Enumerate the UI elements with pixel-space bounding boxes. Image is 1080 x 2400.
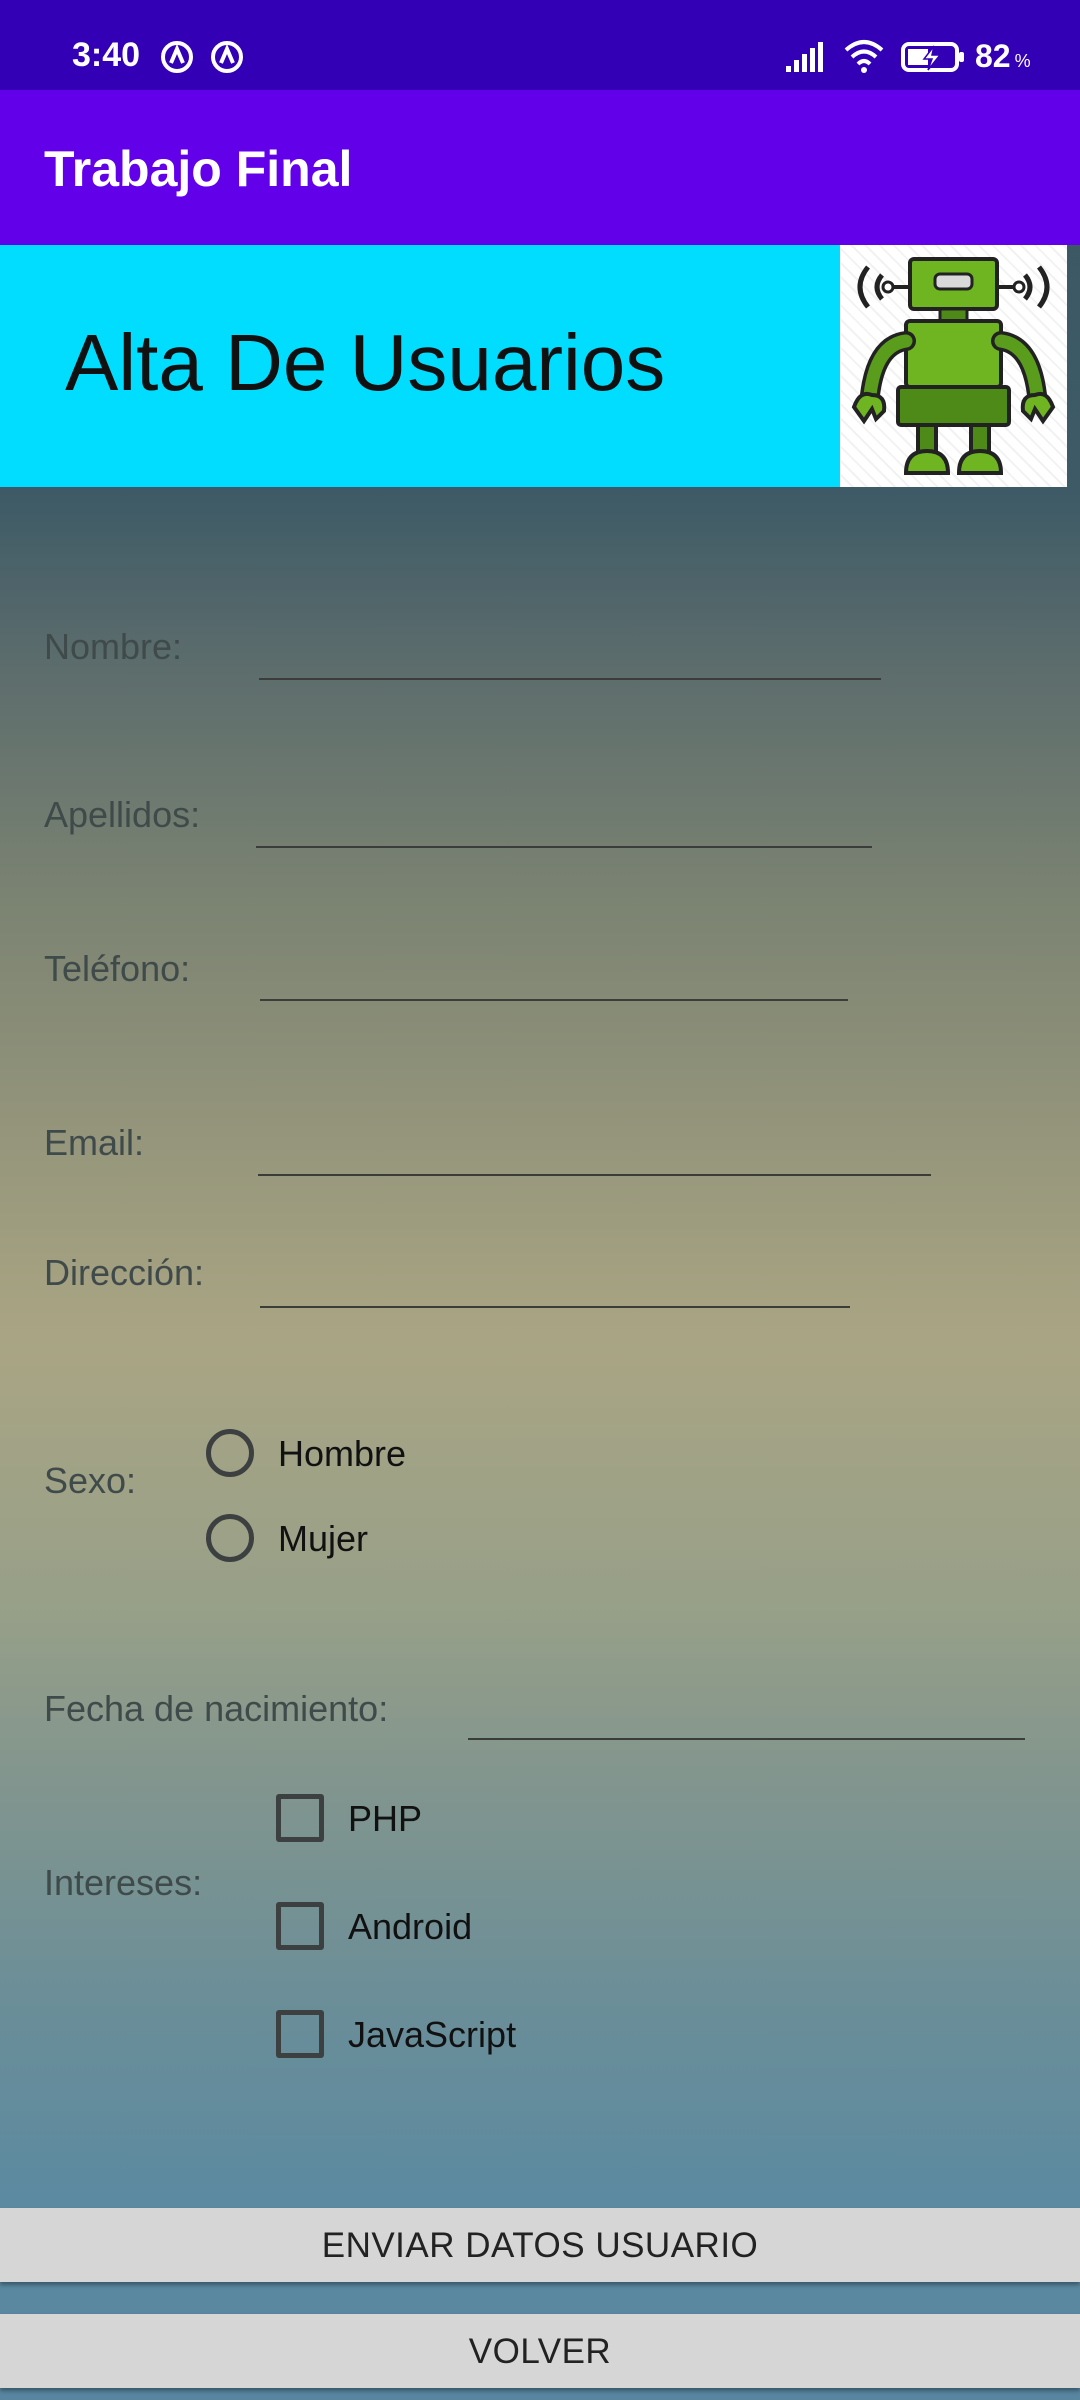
- sexo-label: Sexo:: [44, 1460, 137, 1501]
- robot-icon: [851, 257, 1056, 475]
- checkbox-box[interactable]: [276, 1902, 324, 1950]
- enviar-datos-button[interactable]: ENVIAR DATOS USUARIO: [0, 2208, 1080, 2282]
- email-field[interactable]: [258, 1118, 931, 1176]
- checkbox-label-javascript[interactable]: JavaScript: [348, 2014, 516, 2056]
- signal-icon: [786, 42, 823, 72]
- checkbox-box[interactable]: [276, 1794, 324, 1842]
- page-title: Alta De Usuarios: [65, 318, 666, 407]
- wifi-icon: [844, 40, 884, 73]
- email-label: Email:: [44, 1122, 145, 1163]
- nombre-label: Nombre:: [44, 626, 183, 667]
- nombre-field[interactable]: [259, 622, 881, 680]
- notification-icon: [211, 41, 243, 73]
- checkbox-box[interactable]: [276, 2010, 324, 2058]
- radio-circle[interactable]: [206, 1514, 254, 1562]
- robot-image: [840, 245, 1067, 487]
- radio-label-mujer[interactable]: Mujer: [278, 1518, 368, 1560]
- telefono-label: Teléfono:: [44, 948, 191, 989]
- checkbox-label-php[interactable]: PHP: [348, 1798, 422, 1840]
- direccion-field[interactable]: [260, 1250, 850, 1308]
- checkbox-label-android[interactable]: Android: [348, 1906, 472, 1948]
- app-title: Trabajo Final: [44, 141, 353, 197]
- fecha-nacimiento-field[interactable]: [468, 1682, 1025, 1740]
- header-banner: Alta De Usuarios: [0, 245, 840, 487]
- battery-charging-icon: [901, 42, 964, 72]
- status-bar: 3:40 82%: [0, 0, 1080, 90]
- apellidos-field[interactable]: [256, 790, 872, 848]
- app-bar: Trabajo Final: [0, 90, 1080, 245]
- fecha-nacimiento-label: Fecha de nacimiento:: [44, 1688, 389, 1729]
- telefono-field[interactable]: [260, 943, 848, 1001]
- radio-circle[interactable]: [206, 1429, 254, 1477]
- notification-icon: [161, 41, 193, 73]
- status-time: 3:40: [72, 36, 141, 74]
- apellidos-label: Apellidos:: [44, 794, 201, 835]
- direccion-label: Dirección:: [44, 1252, 205, 1293]
- battery-percentage: 82%: [975, 38, 1031, 74]
- volver-button[interactable]: VOLVER: [0, 2314, 1080, 2388]
- radio-label-hombre[interactable]: Hombre: [278, 1433, 406, 1475]
- intereses-label: Intereses:: [44, 1862, 203, 1903]
